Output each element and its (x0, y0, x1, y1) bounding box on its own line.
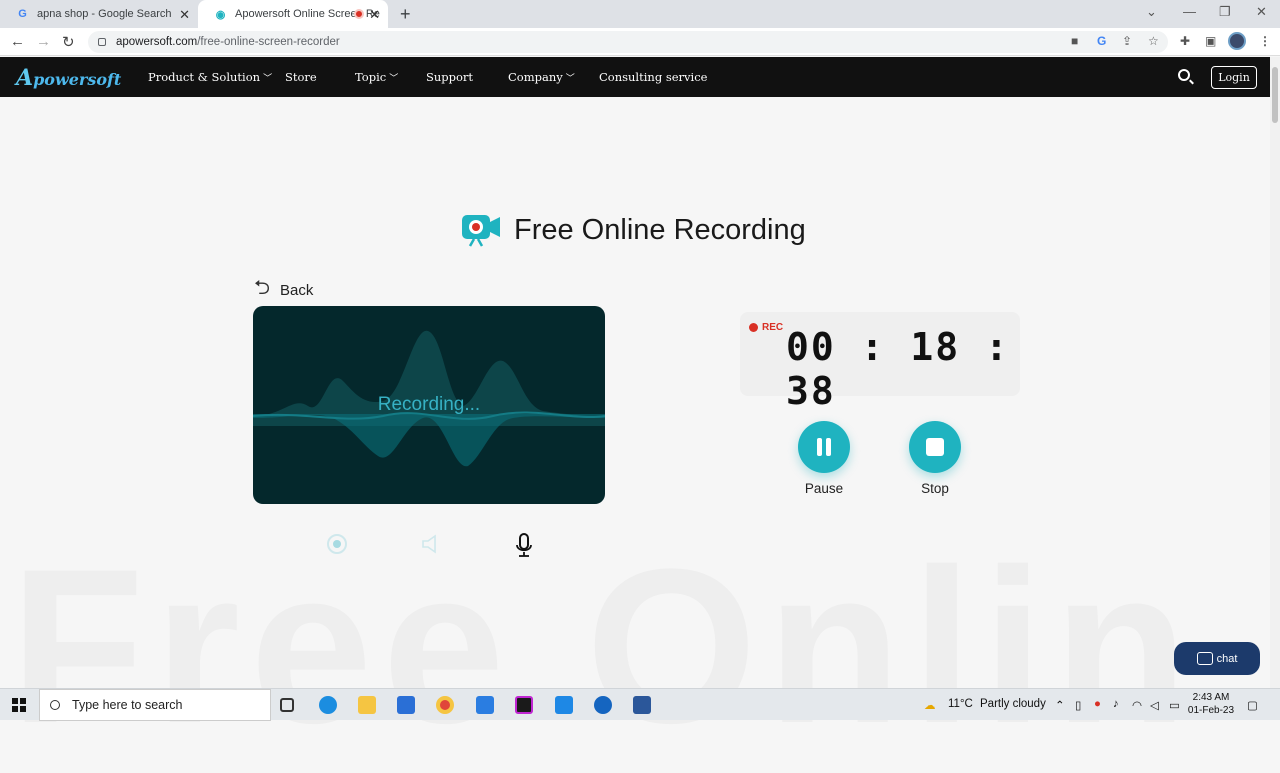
edge-icon[interactable] (319, 696, 337, 714)
nav-support[interactable]: Support (426, 70, 473, 84)
rec-dot-icon (749, 323, 758, 332)
side-panel-icon[interactable]: ▣ (1205, 34, 1216, 48)
minimize-icon[interactable]: — (1183, 4, 1196, 19)
address-bar[interactable]: apowersoft.com/free-online-screen-record… (88, 31, 1168, 53)
pause-button[interactable] (798, 421, 850, 473)
show-hidden-icons-icon[interactable]: ⌃ (1055, 698, 1065, 712)
tab-google-search[interactable]: G apna shop - Google Search ✕ (0, 0, 198, 28)
clock-time: 2:43 AM (1192, 692, 1230, 703)
restore-icon[interactable]: ❐ (1219, 4, 1231, 20)
page-title: Free Online Recording (514, 213, 806, 246)
speaker-icon[interactable] (420, 533, 444, 560)
reload-icon[interactable]: ↻ (62, 33, 75, 51)
login-button[interactable]: Login (1211, 66, 1257, 89)
chat-bubble-icon (1196, 652, 1213, 665)
tab-apowersoft[interactable]: ◉ Apowersoft Online Screen Re ✕ (198, 0, 388, 28)
windows-taskbar: Type here to search ☁ 11°C Partly cloudy… (0, 688, 1280, 721)
rec-badge: REC (749, 322, 783, 333)
google-translate-icon[interactable]: G (1097, 34, 1106, 48)
google-icon: G (18, 8, 27, 20)
clock-date: 01-Feb-23 (1187, 705, 1235, 716)
back-button[interactable]: ⮌ Back (254, 273, 313, 307)
page-title-group: Free Online Recording (460, 212, 806, 248)
url-path: /free-online-screen-recorder (197, 36, 340, 48)
weather-icon[interactable]: ☁ (924, 698, 936, 712)
weather-text[interactable]: Partly cloudy (980, 698, 1046, 710)
page-scrollbar[interactable] (1270, 57, 1280, 688)
volume-icon[interactable]: ◁ (1150, 698, 1159, 712)
bookmark-star-icon[interactable]: ☆ (1148, 34, 1159, 48)
file-explorer-icon[interactable] (358, 696, 376, 714)
new-tab-icon[interactable]: + (400, 4, 411, 25)
tab-title: apna shop - Google Search (37, 8, 172, 20)
taskbar-clock[interactable]: 2:43 AM 01-Feb-23 (1186, 691, 1236, 717)
apowersoft-logo[interactable]: Apowersoft (16, 65, 121, 91)
recording-camera-icon (460, 212, 502, 248)
forward-arrow-icon[interactable]: → (36, 33, 51, 50)
tab-search-icon[interactable]: ⌄ (1146, 4, 1157, 20)
search-icon[interactable] (1178, 69, 1190, 81)
site-nav: Apowersoft Product & Solution ﹀ Store Top… (0, 57, 1270, 97)
pause-label: Pause (804, 481, 844, 496)
stop-button[interactable] (909, 421, 961, 473)
remote-desktop-icon[interactable] (633, 696, 651, 714)
extensions-icon[interactable]: ✚ (1180, 34, 1190, 48)
camera-in-use-icon[interactable]: ■ (1071, 34, 1078, 48)
close-tab-icon[interactable]: ✕ (179, 7, 190, 23)
windows-start-icon[interactable] (12, 698, 26, 712)
recording-indicator-icon (354, 9, 364, 19)
menu-kebab-icon[interactable]: ⋮ (1259, 34, 1271, 48)
chevron-down-icon: ﹀ (263, 74, 273, 84)
stop-label: Stop (921, 481, 949, 496)
back-label: Back (280, 281, 314, 299)
maps-icon[interactable] (594, 696, 612, 714)
close-tab-icon[interactable]: ✕ (369, 7, 380, 23)
apowersoft-icon: ◉ (215, 8, 226, 21)
webcam-icon[interactable] (326, 533, 348, 560)
browser-toolbar: ← → ↻ apowersoft.com/free-online-screen-… (0, 28, 1280, 56)
profile-avatar[interactable] (1228, 32, 1246, 50)
stop-icon (926, 438, 944, 456)
pause-icon (817, 438, 831, 456)
microphone-tray-icon[interactable]: ♪ (1113, 698, 1119, 710)
recording-preview-panel: Recording... (253, 306, 605, 504)
scrollbar-thumb[interactable] (1272, 67, 1278, 123)
security-icon[interactable]: ● (1094, 698, 1101, 710)
share-icon[interactable]: ⇪ (1122, 34, 1132, 48)
microphone-icon[interactable] (514, 532, 534, 563)
chevron-down-icon: ﹀ (565, 74, 575, 84)
back-arrow-icon[interactable]: ← (10, 33, 25, 50)
undo-arrow-icon: ⮌ (254, 277, 271, 299)
nav-product-solution[interactable]: Product & Solution ﹀ (148, 70, 272, 84)
browser-tab-strip: G apna shop - Google Search ✕ ◉ Apowerso… (0, 0, 1280, 28)
store-icon[interactable] (397, 696, 415, 714)
device-icon[interactable]: ▯ (1075, 698, 1081, 712)
lock-icon (98, 38, 106, 46)
wifi-icon[interactable]: ◠ (1132, 698, 1142, 712)
nav-consulting-service[interactable]: Consulting service (599, 70, 707, 84)
chrome-icon[interactable] (436, 696, 454, 714)
nav-company[interactable]: Company ﹀ (508, 70, 575, 84)
recording-status-text: Recording... (377, 394, 481, 415)
recording-timer: 00 : 18 : 38 (786, 325, 1010, 413)
taskbar-search-box[interactable]: Type here to search (39, 689, 271, 721)
recording-timer-box: REC 00 : 18 : 38 (740, 312, 1020, 413)
url-domain: apowersoft.com (116, 36, 198, 48)
vscode-icon[interactable] (555, 696, 573, 714)
jetbrains-icon[interactable] (515, 696, 533, 714)
task-view-icon[interactable] (280, 698, 294, 712)
chat-button[interactable]: chat (1174, 642, 1260, 675)
chevron-down-icon: ﹀ (389, 74, 399, 84)
nav-store[interactable]: Store (285, 70, 317, 84)
background-watermark-text: Free Onlin (10, 523, 1198, 769)
notifications-icon[interactable]: ▢ (1247, 698, 1258, 712)
battery-icon[interactable]: ▭ (1169, 698, 1180, 712)
weather-temp[interactable]: 11°C (948, 698, 973, 710)
search-icon (50, 700, 60, 710)
mail-icon[interactable] (476, 696, 494, 714)
taskbar-search-placeholder: Type here to search (72, 698, 183, 712)
close-window-icon[interactable]: ✕ (1256, 4, 1267, 20)
nav-topic[interactable]: Topic ﹀ (355, 70, 398, 84)
